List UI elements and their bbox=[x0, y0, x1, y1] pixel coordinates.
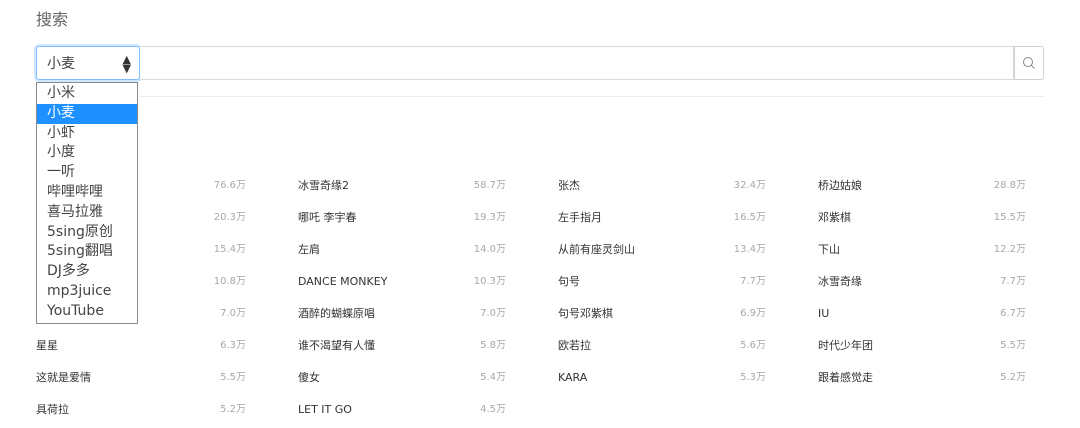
hot-search-count: 15.4万 bbox=[213, 244, 246, 255]
hot-search-count: 7.0万 bbox=[480, 308, 506, 319]
hot-search-row: 7.0万 酒醉的蝴蝶原唱 7.0万 句号邓紫棋 6.9万 IU 6.7万 bbox=[36, 304, 1044, 324]
search-icon bbox=[1023, 57, 1035, 69]
hot-search-term[interactable]: 时代少年团 bbox=[818, 336, 873, 356]
hot-search-term[interactable]: 谁不渴望有人懂 bbox=[298, 336, 375, 356]
hot-search-count: 5.6万 bbox=[740, 340, 766, 351]
hot-search-row: 这就是爱情 5.5万 傻女 5.4万 KARA 5.3万 跟着感觉走 5.2万 bbox=[36, 368, 1044, 388]
hot-search-term[interactable]: 句号 bbox=[558, 272, 580, 292]
hot-search-term[interactable]: IU bbox=[818, 304, 829, 324]
hot-search-count: 5.3万 bbox=[740, 372, 766, 383]
hot-search-term[interactable]: 具荷拉 bbox=[36, 400, 69, 420]
hot-search-count: 4.5万 bbox=[480, 404, 506, 415]
hot-search-count: 10.3万 bbox=[473, 276, 506, 287]
hot-search-count: 58.7万 bbox=[473, 180, 506, 191]
hot-search-term[interactable]: 下山 bbox=[818, 240, 840, 260]
hot-search-term[interactable]: 张杰 bbox=[558, 176, 580, 196]
hot-search-row: 星星 6.3万 谁不渴望有人懂 5.8万 欧若拉 5.6万 时代少年团 5.5万 bbox=[36, 336, 1044, 356]
hot-search-row: 76.6万 冰雪奇缘2 58.7万 张杰 32.4万 桥边姑娘 28.8万 bbox=[36, 176, 1044, 196]
hot-search-count: 16.5万 bbox=[733, 212, 766, 223]
hot-search-count: 5.2万 bbox=[220, 404, 246, 415]
hot-search-term[interactable]: 哪吒 李宇春 bbox=[298, 208, 357, 228]
hot-search-count: 28.8万 bbox=[993, 180, 1026, 191]
hot-search-count: 19.3万 bbox=[473, 212, 506, 223]
hot-search-count: 7.0万 bbox=[220, 308, 246, 319]
dropdown-option[interactable]: 喜马拉雅 bbox=[37, 203, 137, 223]
hot-search-count: 7.7万 bbox=[1000, 276, 1026, 287]
hot-search-term[interactable]: DANCE MONKEY bbox=[298, 272, 387, 292]
hot-search-term[interactable]: 跟着感觉走 bbox=[818, 368, 873, 388]
hot-search-row: 20.3万 哪吒 李宇春 19.3万 左手指月 16.5万 邓紫棋 15.5万 bbox=[36, 208, 1044, 228]
hot-search-term[interactable]: 星星 bbox=[36, 336, 58, 356]
dropdown-option[interactable]: 5sing原创 bbox=[37, 223, 137, 243]
hot-search-term[interactable]: 酒醉的蝴蝶原唱 bbox=[298, 304, 375, 324]
hot-search-count: 15.5万 bbox=[993, 212, 1026, 223]
hot-search-row: 10.8万 DANCE MONKEY 10.3万 句号 7.7万 冰雪奇缘 7.7万 bbox=[36, 272, 1044, 292]
hot-search-term[interactable]: 冰雪奇缘2 bbox=[298, 176, 349, 196]
page-title: 搜索 bbox=[36, 10, 69, 29]
hot-search-row: 15.4万 左肩 14.0万 从前有座灵剑山 13.4万 下山 12.2万 bbox=[36, 240, 1044, 260]
hot-search-term[interactable]: LET IT GO bbox=[298, 400, 352, 420]
hot-search-row: 具荷拉 5.2万 LET IT GO 4.5万 bbox=[36, 400, 1044, 420]
search-bar: 小麦 ▲ ▼ bbox=[36, 46, 1044, 82]
hot-search-count: 12.2万 bbox=[993, 244, 1026, 255]
hot-search-term[interactable]: 这就是爱情 bbox=[36, 368, 91, 388]
source-dropdown-list[interactable]: 小米 小麦 小虾 小度 一听 哔哩哔哩 喜马拉雅 5sing原创 5sing翻唱 DJ多多 mp3j… bbox=[36, 82, 138, 324]
hot-search-count: 13.4万 bbox=[733, 244, 766, 255]
divider bbox=[140, 96, 1044, 97]
hot-search-term[interactable]: 从前有座灵剑山 bbox=[558, 240, 635, 260]
dropdown-option[interactable]: 5sing翻唱 bbox=[37, 242, 137, 262]
hot-search-count: 20.3万 bbox=[213, 212, 246, 223]
hot-search-term[interactable]: KARA bbox=[558, 368, 587, 388]
hot-search-term[interactable]: 傻女 bbox=[298, 368, 320, 388]
dropdown-option[interactable]: DJ多多 bbox=[37, 262, 137, 282]
dropdown-option[interactable]: 哔哩哔哩 bbox=[37, 183, 137, 203]
hot-search-count: 5.5万 bbox=[220, 372, 246, 383]
search-button[interactable] bbox=[1014, 46, 1044, 80]
hot-search-term[interactable]: 欧若拉 bbox=[558, 336, 591, 356]
hot-search-count: 32.4万 bbox=[733, 180, 766, 191]
hot-search-count: 14.0万 bbox=[473, 244, 506, 255]
hot-search-count: 5.4万 bbox=[480, 372, 506, 383]
source-select[interactable]: 小麦 ▲ ▼ bbox=[36, 46, 140, 80]
dropdown-option[interactable]: 小度 bbox=[37, 143, 137, 163]
dropdown-option[interactable]: mp3juice bbox=[37, 282, 137, 302]
hot-search-term[interactable]: 左肩 bbox=[298, 240, 320, 260]
sort-arrows-icon: ▲ ▼ bbox=[122, 53, 131, 75]
hot-search-term[interactable]: 桥边姑娘 bbox=[818, 176, 862, 196]
hot-search-count: 76.6万 bbox=[213, 180, 246, 191]
hot-search-term[interactable]: 邓紫棋 bbox=[818, 208, 851, 228]
dropdown-option[interactable]: 小米 bbox=[37, 84, 137, 104]
search-input[interactable] bbox=[140, 46, 1014, 80]
hot-search-term[interactable]: 左手指月 bbox=[558, 208, 602, 228]
hot-search-count: 5.2万 bbox=[1000, 372, 1026, 383]
dropdown-option[interactable]: YouTube bbox=[37, 302, 137, 322]
dropdown-option[interactable]: 一听 bbox=[37, 163, 137, 183]
dropdown-option[interactable]: 小麦 bbox=[37, 103, 137, 124]
hot-search-count: 10.8万 bbox=[213, 276, 246, 287]
hot-search-count: 5.8万 bbox=[480, 340, 506, 351]
dropdown-option[interactable]: 小虾 bbox=[37, 124, 137, 144]
hot-search-term[interactable]: 句号邓紫棋 bbox=[558, 304, 613, 324]
hot-search-term[interactable]: 冰雪奇缘 bbox=[818, 272, 862, 292]
hot-search-count: 6.9万 bbox=[740, 308, 766, 319]
hot-search-count: 5.5万 bbox=[1000, 340, 1026, 351]
source-select-value: 小麦 bbox=[47, 56, 75, 72]
hot-search-count: 6.3万 bbox=[220, 340, 246, 351]
hot-search-count: 6.7万 bbox=[1000, 308, 1026, 319]
hot-search-count: 7.7万 bbox=[740, 276, 766, 287]
